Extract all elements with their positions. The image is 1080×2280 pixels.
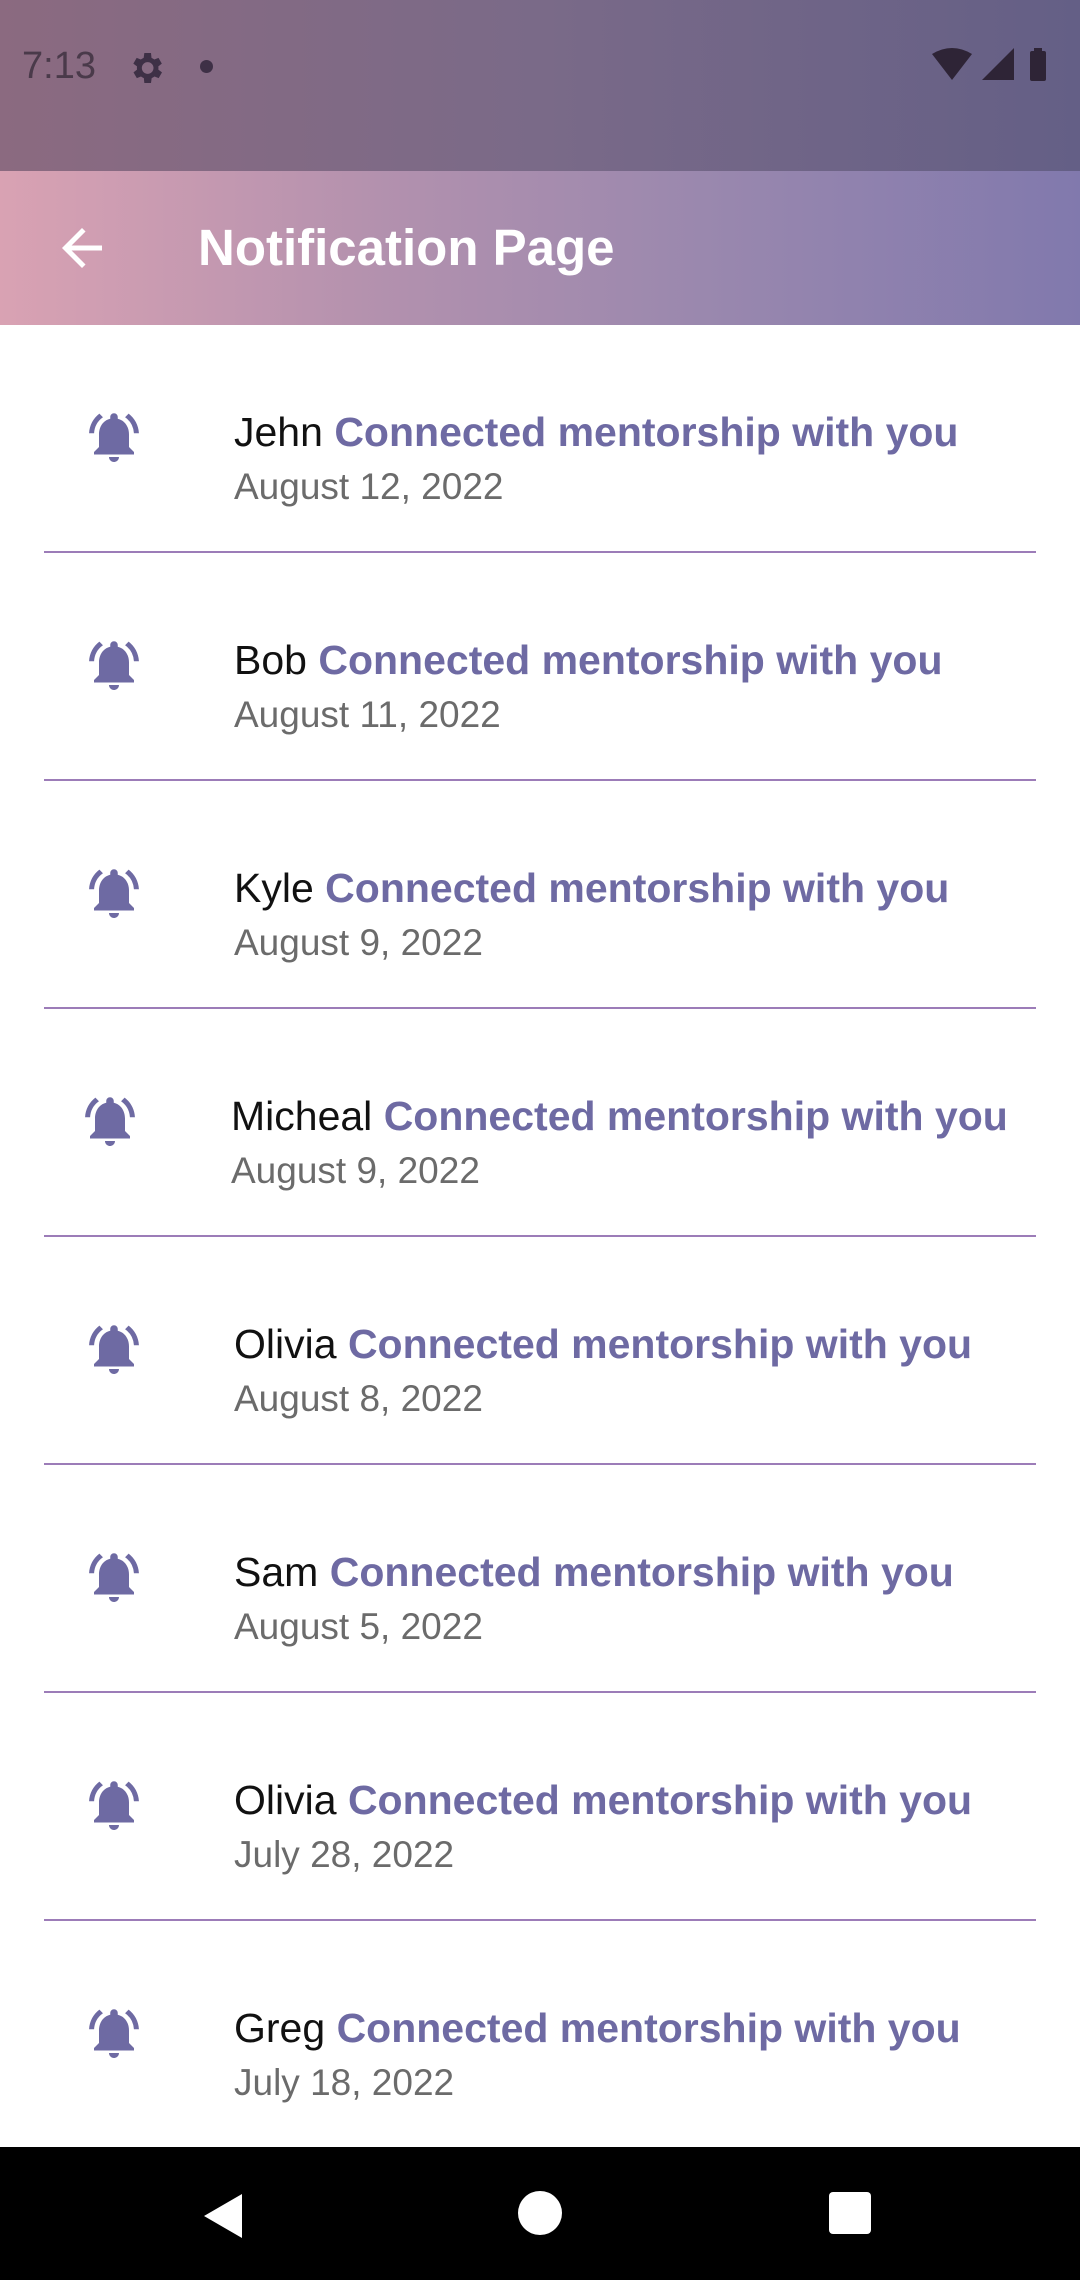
notification-message: Connected mentorship with you	[336, 2005, 961, 2051]
app-bar: Notification Page	[0, 171, 1080, 325]
notification-list: Jehn Connected mentorship with you Augus…	[0, 325, 1080, 2149]
bell-ringing-icon	[84, 2003, 144, 2063]
notification-message: Connected mentorship with you	[318, 637, 943, 683]
notification-item[interactable]: Jehn Connected mentorship with you Augus…	[0, 325, 1080, 553]
notification-message: Connected mentorship with you	[329, 1549, 954, 1595]
notification-text: Kyle Connected mentorship with you	[234, 863, 949, 913]
status-bar: 7:13	[0, 0, 1080, 171]
notification-text: Olivia Connected mentorship with you	[234, 1319, 972, 1369]
notification-text: Olivia Connected mentorship with you	[234, 1775, 972, 1825]
back-button[interactable]	[40, 206, 124, 290]
notification-date: August 8, 2022	[234, 1378, 483, 1419]
status-icons	[930, 46, 1060, 86]
notification-name: Olivia	[234, 1321, 337, 1367]
notification-name: Kyle	[234, 865, 314, 911]
notification-name: Jehn	[234, 409, 323, 455]
notification-text: Sam Connected mentorship with you	[234, 1547, 954, 1597]
bell-ringing-icon	[84, 407, 144, 467]
notification-name: Greg	[234, 2005, 326, 2051]
battery-icon	[1030, 48, 1046, 81]
notification-date: August 9, 2022	[231, 1150, 480, 1191]
nav-back-icon[interactable]	[198, 2189, 252, 2243]
notification-dot-icon	[200, 60, 213, 73]
cellular-signal-icon	[982, 48, 1014, 80]
notification-name: Sam	[234, 1549, 319, 1595]
bell-ringing-icon	[84, 1319, 144, 1379]
notification-item[interactable]: Olivia Connected mentorship with you Aug…	[0, 1237, 1080, 1465]
notification-date: August 12, 2022	[234, 466, 504, 507]
nav-home-icon[interactable]	[518, 2191, 562, 2235]
settings-gear-icon	[126, 48, 166, 88]
notification-message: Connected mentorship with you	[347, 1321, 973, 1367]
notification-date: August 9, 2022	[234, 922, 483, 963]
bell-ringing-icon	[84, 1775, 144, 1835]
notification-name: Bob	[234, 637, 307, 683]
notification-text: Micheal Connected mentorship with you	[231, 1091, 1008, 1141]
notification-item[interactable]: Bob Connected mentorship with you August…	[0, 553, 1080, 781]
status-time: 7:13	[22, 45, 96, 87]
notification-name: Olivia	[234, 1777, 337, 1823]
system-navigation-bar	[0, 2147, 1080, 2280]
notification-message: Connected mentorship with you	[347, 1777, 973, 1823]
notification-item[interactable]: Kyle Connected mentorship with you Augus…	[0, 781, 1080, 1009]
notification-item[interactable]: Olivia Connected mentorship with you Jul…	[0, 1693, 1080, 1921]
notification-date: August 11, 2022	[234, 694, 501, 735]
notification-text: Bob Connected mentorship with you	[234, 635, 943, 685]
bell-ringing-icon	[80, 1091, 140, 1151]
wifi-icon	[932, 48, 972, 80]
notification-date: July 28, 2022	[234, 1834, 455, 1875]
notification-message: Connected mentorship with you	[325, 865, 950, 911]
notification-message: Connected mentorship with you	[383, 1093, 1008, 1139]
notification-date: July 18, 2022	[234, 2062, 455, 2103]
bell-ringing-icon	[84, 1547, 144, 1607]
bell-ringing-icon	[84, 635, 144, 695]
notification-name: Micheal	[231, 1093, 373, 1139]
notification-item[interactable]: Sam Connected mentorship with you August…	[0, 1465, 1080, 1693]
notification-item[interactable]: Greg Connected mentorship with you July …	[0, 1921, 1080, 2149]
notification-text: Greg Connected mentorship with you	[234, 2003, 961, 2053]
page-title: Notification Page	[198, 219, 615, 276]
bell-ringing-icon	[84, 863, 144, 923]
notification-item[interactable]: Micheal Connected mentorship with you Au…	[0, 1009, 1080, 1237]
notification-message: Connected mentorship with you	[334, 409, 959, 455]
notification-text: Jehn Connected mentorship with you	[234, 407, 958, 457]
arrow-back-icon	[62, 228, 102, 268]
notification-date: August 5, 2022	[234, 1606, 483, 1647]
nav-recents-icon[interactable]	[829, 2192, 871, 2234]
